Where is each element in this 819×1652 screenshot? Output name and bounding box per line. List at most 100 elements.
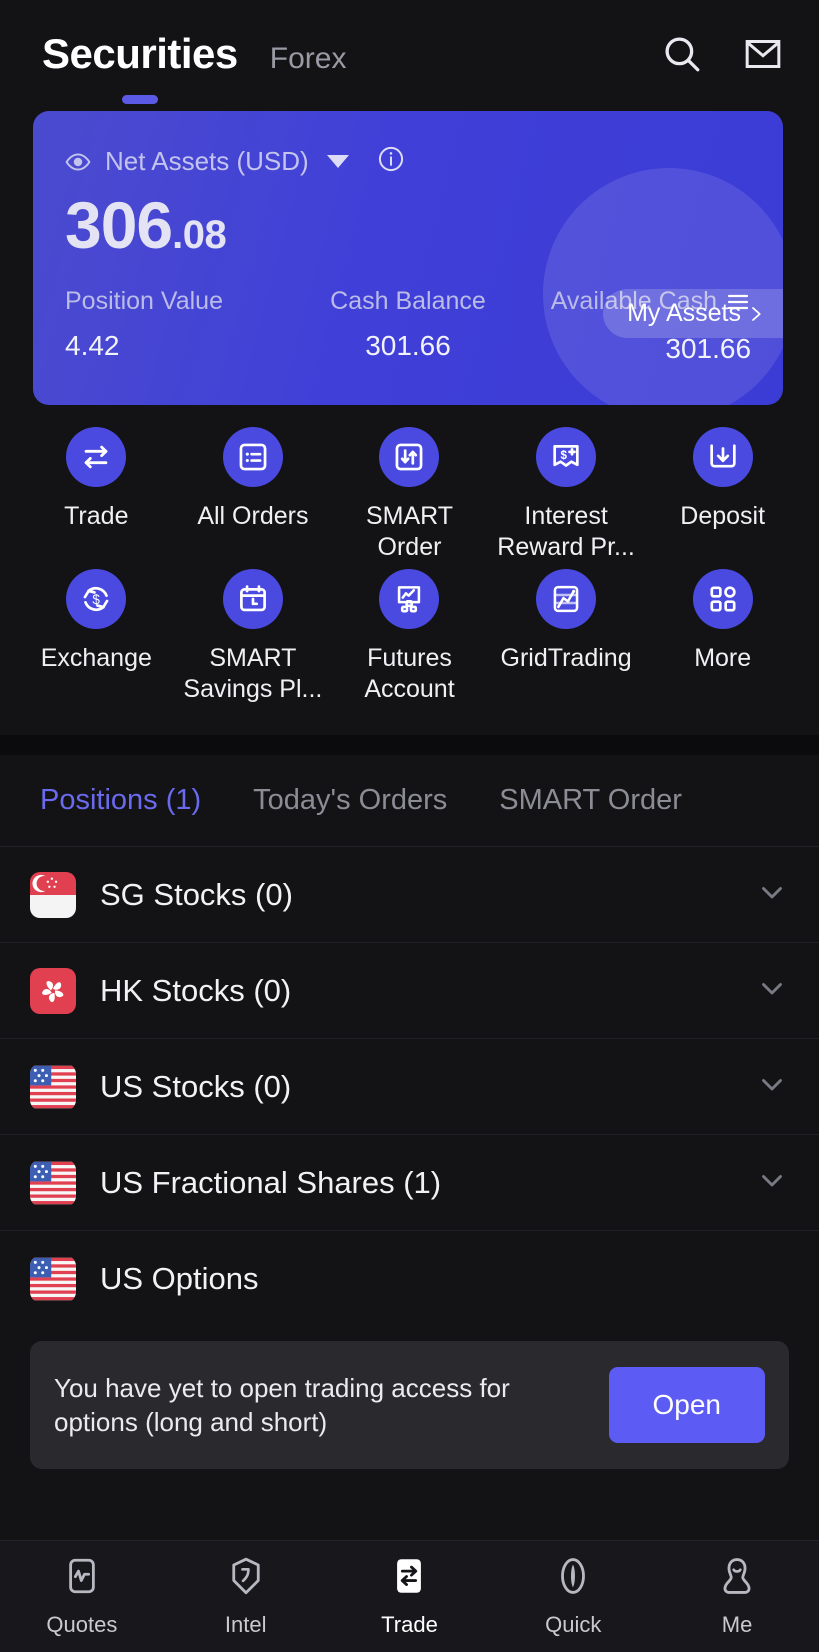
amount-decimal: .08 — [172, 213, 227, 257]
nav-label: Trade — [381, 1612, 438, 1637]
amount-integer: 306 — [65, 188, 173, 262]
positions-tabs: Positions (1) Today's Orders SMART Order — [0, 755, 819, 847]
nav-item-trade[interactable]: Trade — [328, 1555, 492, 1638]
action-label: SMART Order — [365, 502, 454, 561]
chevron-down-icon[interactable] — [755, 971, 789, 1010]
table-row[interactable]: US Options — [0, 1231, 819, 1327]
svg-text:$: $ — [561, 449, 568, 462]
calendar-clock-icon — [222, 569, 283, 629]
row-label: US Options — [100, 1261, 259, 1296]
action-label: Trade — [64, 502, 129, 530]
nav-item-intel[interactable]: Intel — [164, 1555, 328, 1638]
action-smart-savings-plan[interactable]: SMART Savings Pl... — [175, 569, 332, 705]
action-smart-order[interactable]: SMART Order — [331, 427, 488, 563]
quick-lens-icon — [552, 1555, 594, 1602]
action-deposit[interactable]: Deposit — [644, 427, 801, 563]
quick-actions-grid: Trade All Orders SMART Order $ Interest … — [0, 405, 819, 721]
action-exchange[interactable]: $ Exchange — [18, 569, 175, 705]
chevron-down-icon[interactable] — [326, 155, 349, 168]
open-button[interactable]: Open — [608, 1367, 765, 1443]
action-trade[interactable]: Trade — [18, 427, 175, 563]
sg-flag-icon — [30, 871, 76, 918]
search-icon[interactable] — [661, 33, 703, 75]
header-actions — [661, 33, 783, 75]
up-down-arrows-box-icon — [379, 427, 440, 487]
table-row[interactable]: HK Stocks (0) — [0, 943, 819, 1039]
row-label: US Fractional Shares (1) — [100, 1164, 442, 1200]
nav-label: Quick — [545, 1612, 602, 1637]
action-grid-trading[interactable]: GridTrading — [488, 569, 645, 705]
hk-flag-icon — [30, 967, 76, 1014]
table-row[interactable]: US Fractional Shares (1) — [0, 1135, 819, 1231]
tab-smart-order[interactable]: SMART Order — [473, 784, 708, 817]
svg-text:$: $ — [93, 592, 101, 607]
action-label: Interest Reward Pr... — [497, 502, 635, 561]
notice-text: You have yet to open trading access for … — [54, 1372, 510, 1437]
apps-grid-icon — [692, 569, 753, 629]
action-more[interactable]: More — [644, 569, 801, 705]
action-label: SMART Savings Pl... — [183, 644, 323, 703]
nav-item-me[interactable]: Me — [655, 1555, 819, 1638]
chevron-down-icon[interactable] — [755, 875, 789, 914]
stat-value: 4.42 — [65, 330, 120, 361]
nav-label: Quotes — [46, 1612, 118, 1637]
tab-securities[interactable]: Securities — [42, 30, 238, 104]
action-label: More — [694, 644, 752, 672]
action-label: Deposit — [680, 502, 766, 530]
net-assets-label: Net Assets (USD) — [105, 146, 309, 176]
us-flag-icon — [30, 1256, 76, 1302]
section-divider — [0, 735, 819, 755]
tab-todays-orders[interactable]: Today's Orders — [227, 784, 473, 817]
stat-label: Cash Balance — [330, 287, 486, 315]
bottom-navigation: Quotes Intel Trade Quick Me — [0, 1540, 819, 1652]
net-assets-amount: 306.08 — [65, 192, 751, 258]
us-flag-icon — [30, 1160, 76, 1206]
net-assets-card: Net Assets (USD) 306.08 My Assets Positi… — [33, 111, 783, 405]
chevron-down-icon[interactable] — [755, 1067, 789, 1106]
eye-icon[interactable] — [65, 149, 91, 175]
net-assets-header[interactable]: Net Assets (USD) — [65, 145, 751, 178]
nav-label: Intel — [224, 1612, 267, 1637]
app-header: Securities Forex — [0, 0, 819, 108]
stat-label: Position Value — [65, 287, 223, 315]
download-box-icon — [692, 427, 753, 487]
trade-swap-icon — [388, 1555, 430, 1602]
header-title-group: Securities Forex — [42, 30, 347, 104]
stat-value: 301.66 — [365, 330, 451, 361]
table-row[interactable]: SG Stocks (0) — [0, 847, 819, 943]
action-interest-reward[interactable]: $ Interest Reward Pr... — [488, 427, 645, 563]
info-icon[interactable] — [377, 145, 405, 178]
dollar-plus-banner-icon: $ — [536, 427, 597, 487]
active-tab-indicator — [121, 95, 158, 104]
tab-forex[interactable]: Forex — [270, 42, 347, 76]
stat-position-value: Position Value 4.42 — [65, 287, 294, 365]
intel-icon — [225, 1555, 267, 1602]
options-access-notice: You have yet to open trading access for … — [30, 1341, 789, 1469]
action-label: Futures Account — [364, 644, 455, 703]
chevron-right-icon — [752, 306, 761, 321]
quotes-icon — [61, 1555, 103, 1602]
action-label: Exchange — [40, 644, 152, 672]
my-assets-button[interactable]: My Assets — [603, 289, 783, 338]
my-assets-label: My Assets — [627, 299, 741, 327]
tab-positions[interactable]: Positions (1) — [14, 784, 227, 817]
nav-label: Me — [721, 1612, 753, 1637]
mail-icon[interactable] — [743, 34, 783, 74]
page-title: Securities — [42, 30, 238, 77]
row-label: HK Stocks (0) — [100, 972, 292, 1008]
grid-chart-icon — [536, 569, 597, 629]
list-icon — [222, 427, 283, 487]
swap-arrows-icon — [66, 427, 127, 487]
chevron-down-icon[interactable] — [755, 1163, 789, 1202]
action-label: All Orders — [197, 502, 309, 530]
table-row[interactable]: US Stocks (0) — [0, 1039, 819, 1135]
nav-item-quotes[interactable]: Quotes — [0, 1555, 164, 1638]
chart-blocks-icon — [379, 569, 440, 629]
nav-item-quick[interactable]: Quick — [491, 1555, 655, 1638]
dollar-refresh-icon: $ — [66, 569, 127, 629]
row-label: SG Stocks (0) — [100, 876, 293, 912]
us-flag-icon — [30, 1064, 76, 1110]
stat-cash-balance: Cash Balance 301.66 — [294, 287, 523, 365]
action-all-orders[interactable]: All Orders — [175, 427, 332, 563]
action-futures-account[interactable]: Futures Account — [331, 569, 488, 705]
